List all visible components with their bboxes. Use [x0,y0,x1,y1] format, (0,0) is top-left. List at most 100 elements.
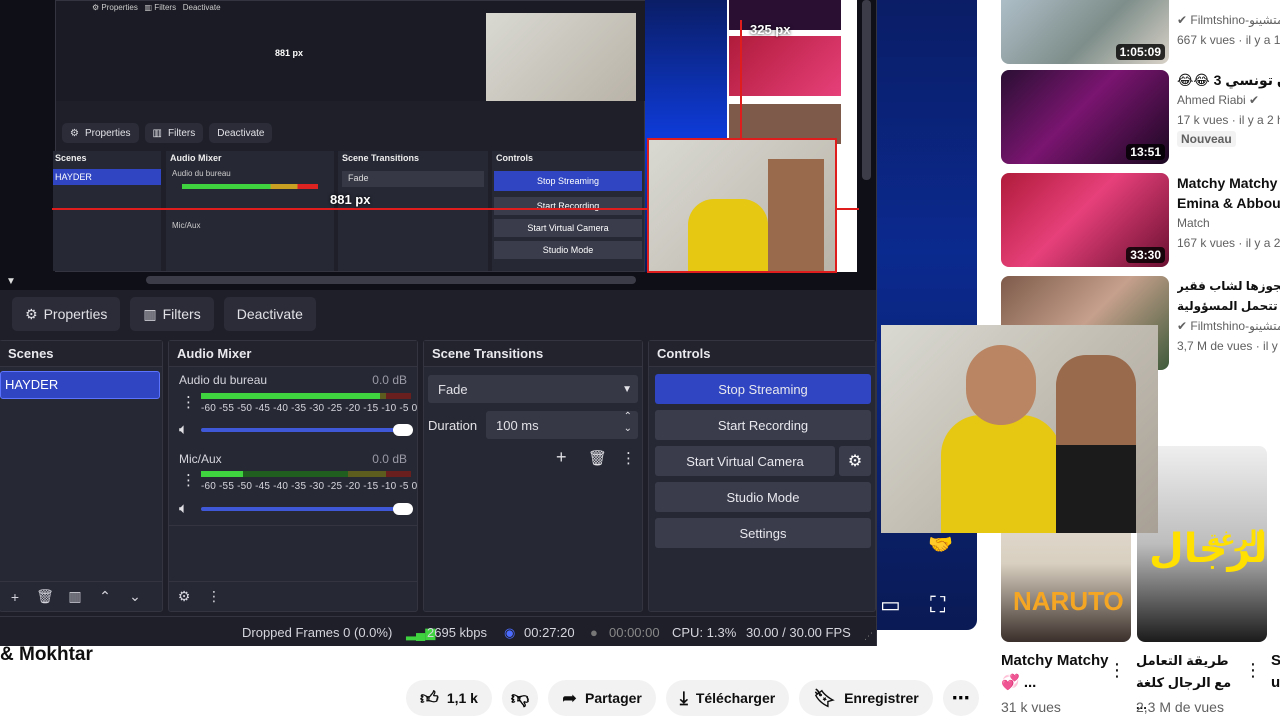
video-thumbnail[interactable]: 1:05:09 [1001,0,1169,64]
collapse-arrow-icon[interactable]: ▼ [6,276,16,287]
share-label: Partager [585,690,642,706]
spin-down-icon[interactable]: ⌄ [624,423,632,434]
scene-transitions-header: Scene Transitions [424,341,642,367]
filters-button[interactable]: ▥ Filters [130,297,214,331]
start-virtual-camera-button[interactable]: Start Virtual Camera [655,446,835,476]
virtual-camera-settings-button[interactable]: ⚙ [839,446,871,476]
channel-name[interactable]: ✔ Filmtshino-فيلمتشينو [1177,316,1280,336]
handshake-icon: 🤝 [928,534,953,556]
video-title-line2[interactable]: عشان تتحمل المسؤولية [1177,296,1280,316]
scene-item-hayder[interactable]: HAYDER [0,371,160,399]
filters-label: Filters [162,306,201,322]
video-title-line2[interactable]: Emina & Abboud [1177,193,1280,213]
nested-obs-preview: ⚙ Properties ▥ Filters Deactivate ⚙ Prop… [53,0,646,272]
video-title[interactable]: 😂😂 3 رمان تونسي [1177,70,1280,90]
advanced-audio-icon[interactable]: ⚙ [173,588,195,605]
duration-spinbox[interactable]: 100 ms ⌃ ⌄ [486,411,638,439]
transition-select[interactable]: Fade ▼ [428,375,638,403]
short-title[interactable]: S u [1271,650,1280,694]
webcam-overlay[interactable] [881,325,1158,533]
preview-horizontal-scrollbar[interactable] [146,276,636,284]
delete-scene-icon[interactable]: 🗑︎ [34,588,56,605]
stop-streaming-button[interactable]: Stop Streaming [655,374,871,404]
deactivate-button[interactable]: Deactivate [223,297,316,331]
video-thumbnail[interactable]: 33:30 [1001,173,1169,267]
save-button[interactable]: 🔖︎ Enregistrer [799,680,933,716]
video-title[interactable]: وها بيجوزها لشاب فقير [1177,276,1280,296]
recommendation-item[interactable]: 33:30 Matchy Matchy Emina & Abboud Match… [1001,173,1280,267]
webcam-person-shirt [941,415,1061,533]
audio-mixer-dock: Audio Mixer Audio du bureau 0.0 dB ⋮ -60… [168,340,418,612]
spin-up-icon[interactable]: ⌃ [624,411,632,422]
share-icon: ➦ [561,687,578,708]
fullscreen-icon[interactable]: ⛶ [930,592,945,618]
studio-mode-button[interactable]: Studio Mode [655,482,871,512]
nested-transitions: Scene Transitions Fade [338,151,488,271]
speaker-icon[interactable]: 🔈︎ [179,500,188,517]
video-meta: 3,7 M de vues · il y a [1177,339,1280,353]
short-views: 2,3 M de vues [1136,699,1224,715]
volume-knob[interactable] [393,424,413,436]
like-button[interactable]: 👍︎ 1,1 k [406,680,492,716]
volume-slider-mic[interactable] [201,503,413,515]
channel-name[interactable]: Match [1177,213,1280,233]
add-transition-icon[interactable]: + [556,447,567,468]
settings-button[interactable]: Settings [655,518,871,548]
move-up-icon[interactable]: ⌃ [94,588,116,605]
theater-mode-icon[interactable]: ▭ [880,592,901,618]
duration-badge: 33:30 [1126,247,1165,263]
channel-name-mic: Mic/Aux [179,452,222,466]
video-meta: 167 k vues · il y a 2 [1177,236,1280,250]
filter-scene-icon[interactable]: ▥ [64,588,86,605]
thumbs-down-icon: 👎︎ [510,688,530,708]
nested-mixer-channel-1: Audio du bureau [172,169,231,178]
guide-line-vertical [740,20,742,138]
share-button[interactable]: ➦ Partager [547,680,656,716]
volume-knob[interactable] [393,503,413,515]
recommendation-item[interactable]: 13:51 😂😂 3 رمان تونسي Ahmed Riabi ✔ 17 k… [1001,70,1280,164]
nested-controls: Controls Stop Streaming Start Recording … [492,151,644,271]
duration-badge: 13:51 [1126,144,1165,160]
nested-meter-1 [182,184,318,189]
more-actions-button[interactable]: ⋯ [942,680,979,716]
thumbs-up-icon: 👍︎ [420,688,439,708]
shirt-print: NARUTO [1013,586,1124,616]
screen: ▭ ⛶ 🤝 & Mokhtar 👍︎ 1,1 k 👎︎ ➦ Partager ⤓… [0,0,1280,720]
video-title[interactable]: Matchy Matchy [1177,173,1280,193]
nested-mixer-channel-2: Mic/Aux [172,221,201,230]
audio-mixer-header: Audio Mixer [169,341,417,367]
delete-transition-icon[interactable]: 🗑︎ [588,449,607,467]
webcam-person-2-shorts [1056,445,1136,533]
short-menu-icon[interactable]: ⋮ [1244,660,1262,681]
start-recording-button[interactable]: Start Recording [655,410,871,440]
bitrate-text: 2695 kbps [427,625,487,640]
nested-transitions-header: Scene Transitions [342,153,420,163]
download-button[interactable]: ⤓ Télécharger [665,680,790,716]
video-thumbnail[interactable]: 13:51 [1001,70,1169,164]
channel-name-text: Filmtshino-فيلمتشينو [1190,319,1280,333]
channel-name[interactable]: Ahmed Riabi ✔ [1177,90,1280,110]
mixer-menu-icon[interactable]: ⋮ [203,588,225,605]
preview-canvas[interactable]: ⚙ Properties ▥ Filters Deactivate ⚙ Prop… [0,0,876,290]
volume-slider-desktop[interactable] [201,424,413,436]
selection-bounding-box[interactable] [647,138,837,273]
speaker-icon[interactable]: 🔈︎ [179,421,188,438]
properties-button[interactable]: ⚙ Properties [12,297,121,331]
transition-menu-icon[interactable]: ⋮ [621,449,636,467]
stream-time: 00:27:20 [524,625,575,640]
channel-menu-icon[interactable]: ⋮ [181,393,196,411]
add-scene-icon[interactable]: + [4,589,26,605]
dislike-button[interactable]: 👎︎ [501,680,538,716]
nested-scene-item: HAYDER [53,169,161,185]
short-title[interactable]: Matchy Matchy 💞 ... [1001,650,1111,694]
scenes-header: Scenes [0,341,162,367]
resize-grip-icon[interactable]: ⋰ [864,631,873,642]
short-menu-icon[interactable]: ⋮ [1108,660,1126,681]
nested-obs-preview-2: ⚙ Properties ▥ Filters Deactivate [56,1,646,101]
channel-menu-icon[interactable]: ⋮ [181,471,196,489]
move-down-icon[interactable]: ⌄ [124,588,146,605]
recommendation-item[interactable]: 1:05:09 ✔ Filmtshino-فيلمتشينو 667 k vue… [1001,0,1280,64]
preview-vertical-scrollbar[interactable] [862,0,871,180]
channel-name[interactable]: ✔ Filmtshino-فيلمتشينو [1177,10,1280,30]
video-meta: 17 k vues · il y a 2 h [1177,113,1280,127]
